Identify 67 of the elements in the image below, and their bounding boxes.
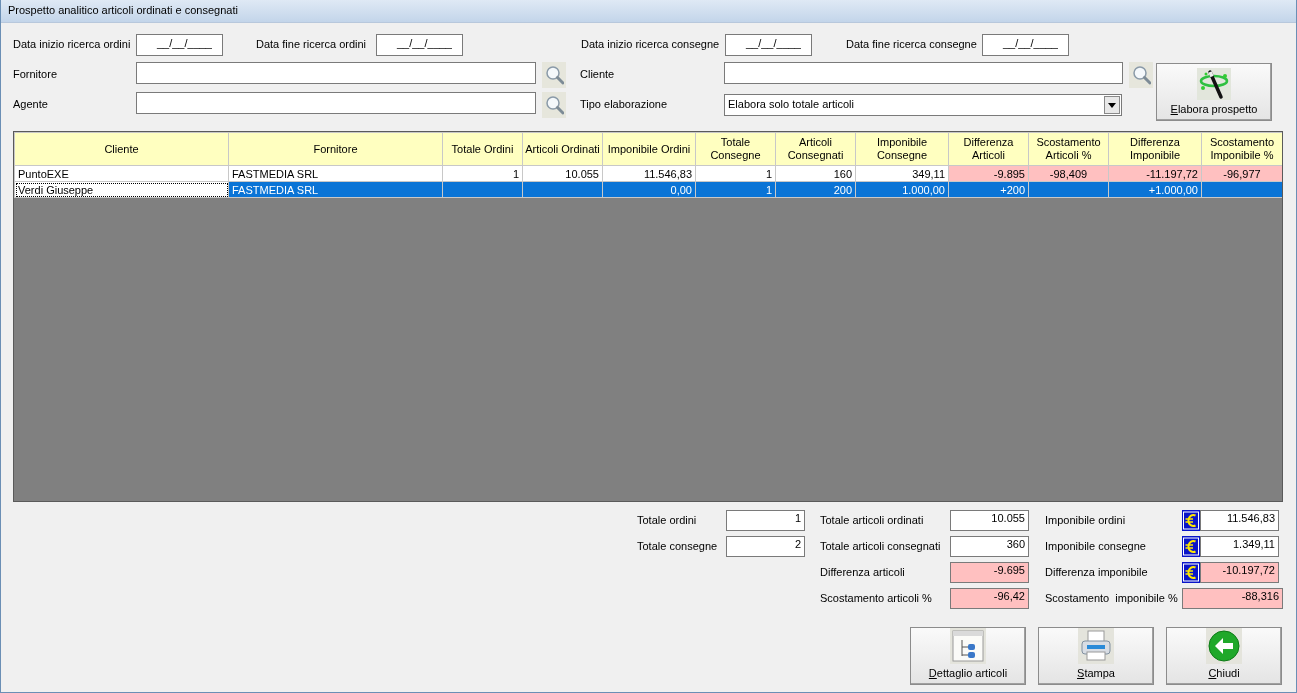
column-header[interactable]: Totale Consegne (695, 132, 776, 166)
value-field: -9.695 (950, 562, 1029, 583)
value-field: 10.055 (950, 510, 1029, 531)
text-field[interactable] (724, 62, 1123, 84)
field-label: Totale articoli consegnati (820, 539, 942, 554)
column-header[interactable]: Imponibile Ordini (602, 132, 696, 166)
detail-button[interactable]: Dettaglio articoli (910, 627, 1026, 685)
field-label: Imponibile ordini (1045, 513, 1127, 528)
processing-type-dropdown[interactable]: Elabora solo totale articoli (724, 94, 1122, 116)
column-header[interactable]: Scostamento Imponibile % (1201, 132, 1282, 166)
close-button[interactable]: Chiudi (1166, 627, 1282, 685)
value-field: -10.197,72 (1200, 562, 1279, 583)
value-field: 1 (726, 510, 805, 531)
print-button[interactable]: Stampa (1038, 627, 1154, 685)
field-label: Agente (13, 98, 49, 112)
field-label: Differenza articoli (820, 565, 906, 580)
search-button[interactable] (542, 62, 566, 88)
euro-icon (1182, 510, 1200, 531)
date-field[interactable]: __/__/____ (725, 34, 812, 56)
field-label: Data fine ricerca consegne (846, 38, 978, 52)
back-arrow-icon (1206, 628, 1242, 665)
column-header[interactable]: Cliente (14, 132, 229, 166)
caret-icon (1104, 96, 1120, 114)
column-header[interactable]: Articoli Consegnati (775, 132, 856, 166)
search-button[interactable] (1129, 62, 1153, 88)
column-header[interactable]: Differenza Articoli (948, 132, 1029, 166)
search-button[interactable] (542, 92, 566, 118)
column-header[interactable]: Articoli Ordinati (522, 132, 603, 166)
date-field[interactable]: __/__/____ (982, 34, 1069, 56)
tree-window-icon (950, 628, 986, 665)
field-label: Totale articoli ordinati (820, 513, 925, 528)
field-label: Cliente (580, 68, 616, 82)
window-title: Prospetto analitico articoli ordinati e consegnati (8, 4, 238, 16)
field-label: Imponibile consegne (1045, 539, 1147, 554)
value-field: 360 (950, 536, 1029, 557)
magic-wand-icon (1197, 68, 1231, 101)
field-label: Scostamento imponibile % (1045, 591, 1179, 606)
euro-icon (1182, 562, 1200, 583)
process-button[interactable]: Elabora prospetto (1156, 63, 1272, 121)
field-label: Totale ordini (637, 513, 698, 528)
field-label: Differenza imponibile (1045, 565, 1149, 580)
value-field: -88,316 (1182, 588, 1283, 609)
value-field: 2 (726, 536, 805, 557)
date-field[interactable]: __/__/____ (136, 34, 223, 56)
column-header[interactable]: Differenza Imponibile (1108, 132, 1202, 166)
euro-icon (1182, 536, 1200, 557)
column-header[interactable]: Totale Ordini (442, 132, 523, 166)
field-label: Data inizio ricerca ordini (13, 38, 132, 52)
value-field: -96,42 (950, 588, 1029, 609)
search-icon (544, 95, 564, 115)
column-header[interactable]: Imponibile Consegne (855, 132, 949, 166)
field-label: Tipo elaborazione (580, 98, 669, 112)
text-field[interactable] (136, 92, 536, 114)
field-label: Data fine ricerca ordini (256, 38, 368, 52)
field-label: Fornitore (13, 68, 59, 82)
value-field: 1.349,11 (1200, 536, 1279, 557)
field-label: Totale consegne (637, 539, 719, 554)
date-field[interactable]: __/__/____ (376, 34, 463, 56)
column-header[interactable]: Scostamento Articoli % (1028, 132, 1109, 166)
field-label: Data inizio ricerca consegne (581, 38, 721, 52)
printer-icon (1078, 628, 1114, 665)
search-icon (544, 65, 564, 85)
field-label: Scostamento articoli % (820, 591, 933, 606)
column-header[interactable]: Fornitore (228, 132, 443, 166)
text-field[interactable] (136, 62, 536, 84)
value-field: 11.546,83 (1200, 510, 1279, 531)
search-icon (1131, 65, 1151, 85)
